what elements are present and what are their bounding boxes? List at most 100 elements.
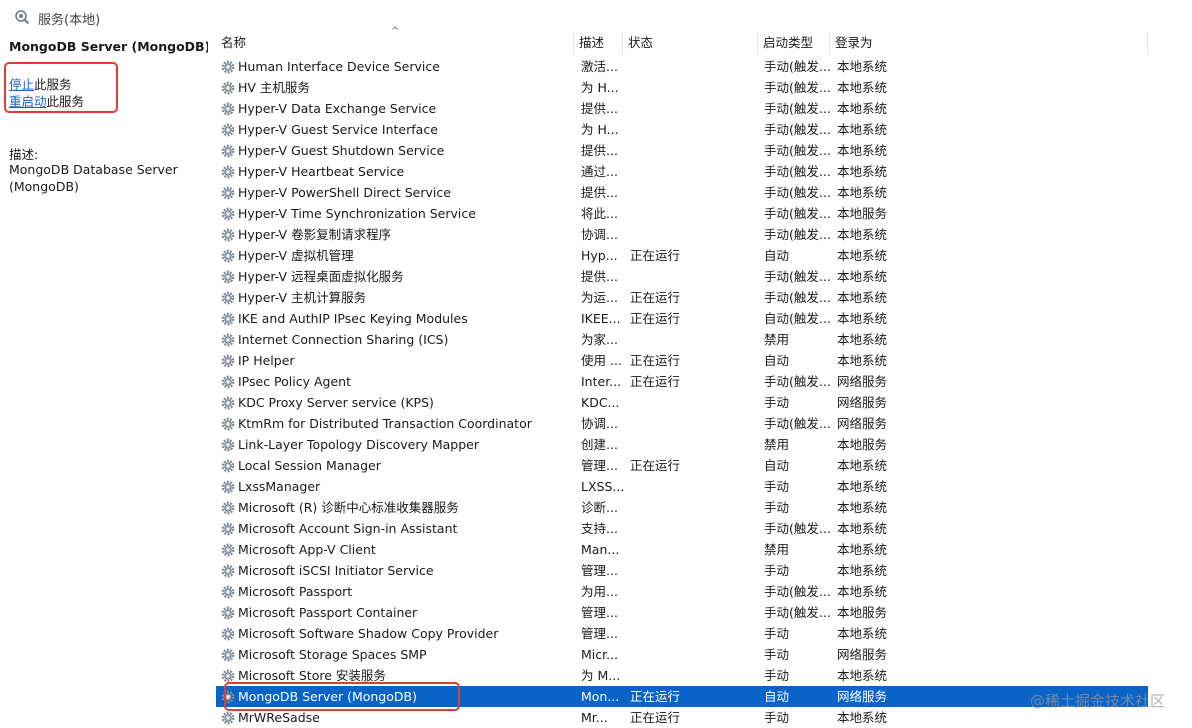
service-description: Hyp... (581, 248, 618, 263)
service-row[interactable]: Microsoft App-V Client Man... 禁用 本地系统 (208, 539, 1192, 560)
service-startup-type: 自动(触发... (764, 311, 831, 326)
service-gear-icon (220, 374, 236, 390)
service-gear-icon (220, 269, 236, 285)
column-header-name[interactable]: 名称 (216, 32, 574, 54)
service-startup-type: 手动(触发... (764, 521, 831, 536)
service-startup-type: 手动(触发... (764, 164, 831, 179)
column-header-startup-type[interactable]: 启动类型 (758, 32, 830, 54)
service-row[interactable]: LxssManager LXSS... 手动 本地系统 (208, 476, 1192, 497)
service-row[interactable]: IP Helper 使用 ... 正在运行 自动 本地系统 (208, 350, 1192, 371)
window-title: 服务(本地) (38, 13, 101, 28)
service-row[interactable]: KDC Proxy Server service (KPS) KDC... 手动 网络… (208, 392, 1192, 413)
service-logon-as: 本地系统 (837, 185, 888, 200)
service-gear-icon (220, 353, 236, 369)
service-row[interactable]: Microsoft Passport Container 管理... 手动(触发..… (208, 602, 1192, 623)
service-name: IPsec Policy Agent (238, 374, 351, 389)
service-startup-type: 手动(触发... (764, 80, 831, 95)
service-startup-type: 手动 (764, 563, 790, 578)
service-row[interactable]: Hyper-V 主机计算服务 为运... 正在运行 手动(触发... 本地系统 (208, 287, 1192, 308)
column-header-description[interactable]: 描述 (574, 32, 623, 54)
service-row[interactable]: IPsec Policy Agent Inter... 正在运行 手动(触发... 网络… (208, 371, 1192, 392)
service-status (630, 434, 760, 455)
service-name: HV 主机服务 (238, 80, 310, 95)
service-name: Microsoft Passport Container (238, 605, 418, 620)
service-description: 管理... (581, 458, 618, 473)
service-name: Hyper-V Guest Service Interface (238, 122, 438, 137)
selected-service-title: MongoDB Server (MongoDB) (9, 39, 211, 54)
service-row[interactable]: HV 主机服务 为 H... 手动(触发... 本地系统 (208, 77, 1192, 98)
service-status: 正在运行 (630, 311, 681, 326)
watermark: @稀土掘金技术社区 (1030, 692, 1166, 710)
service-startup-type: 自动 (764, 353, 790, 368)
service-logon-as: 本地服务 (837, 605, 888, 620)
service-logon-as: 本地系统 (837, 353, 888, 368)
stop-service-link[interactable]: 停止 (9, 77, 34, 92)
service-startup-type: 手动 (764, 668, 790, 683)
service-logon-as: 本地系统 (837, 59, 888, 74)
service-row[interactable]: Microsoft Account Sign-in Assistant 支持...… (208, 518, 1192, 539)
service-logon-as: 本地系统 (837, 500, 888, 515)
service-logon-as: 本地系统 (837, 311, 888, 326)
service-startup-type: 手动 (764, 395, 790, 410)
service-startup-type: 自动 (764, 458, 790, 473)
service-logon-as: 网络服务 (837, 647, 888, 662)
service-startup-type: 手动(触发... (764, 101, 831, 116)
service-name: Hyper-V 远程桌面虚拟化服务 (238, 269, 404, 284)
service-status (630, 392, 760, 413)
service-status (630, 140, 760, 161)
service-row[interactable]: Hyper-V Data Exchange Service 提供... 手动(触发.… (208, 98, 1192, 119)
service-row[interactable]: Hyper-V PowerShell Direct Service 提供... 手动… (208, 182, 1192, 203)
service-row[interactable]: Hyper-V Guest Shutdown Service 提供... 手动(触发… (208, 140, 1192, 161)
service-startup-type: 手动 (764, 500, 790, 515)
service-row[interactable]: Hyper-V 卷影复制请求程序 协调... 手动(触发... 本地系统 (208, 224, 1192, 245)
service-status (630, 581, 760, 602)
service-row[interactable]: Internet Connection Sharing (ICS) 为家... 禁用… (208, 329, 1192, 350)
service-name: Hyper-V 卷影复制请求程序 (238, 227, 392, 242)
service-logon-as: 网络服务 (837, 689, 888, 704)
service-gear-icon (220, 332, 236, 348)
service-logon-as: 本地系统 (837, 143, 888, 158)
service-row[interactable]: Microsoft Storage Spaces SMP Micr... 手动 网络服… (208, 644, 1192, 665)
column-header-logon-as[interactable]: 登录为 (830, 32, 1148, 54)
service-row[interactable]: Microsoft (R) 诊断中心标准收集器服务 诊断... 手动 本地系统 (208, 497, 1192, 518)
service-row[interactable]: Link-Layer Topology Discovery Mapper 创建..… (208, 434, 1192, 455)
service-row[interactable]: Hyper-V 虚拟机管理 Hyp... 正在运行 自动 本地系统 (208, 245, 1192, 266)
service-row[interactable]: IKE and AuthIP IPsec Keying Modules IKEE.… (208, 308, 1192, 329)
service-row[interactable]: Hyper-V Guest Service Interface 为 H... 手动(… (208, 119, 1192, 140)
service-row[interactable]: Hyper-V Time Synchronization Service 将此..… (208, 203, 1192, 224)
stop-service-suffix: 此服务 (34, 77, 72, 92)
service-description: 提供... (581, 143, 618, 158)
service-row[interactable]: Hyper-V 远程桌面虚拟化服务 提供... 手动(触发... 本地系统 (208, 266, 1192, 287)
service-name: Microsoft iSCSI Initiator Service (238, 563, 434, 578)
service-status: 正在运行 (630, 710, 681, 725)
service-row[interactable]: Human Interface Device Service 激活... 手动(触发… (208, 56, 1192, 77)
column-header-row: ^ 名称 描述 状态 启动类型 登录为 (208, 26, 1192, 54)
service-status (630, 623, 760, 644)
mongodb-highlight-box (224, 682, 460, 711)
service-status: 正在运行 (630, 290, 681, 305)
service-row[interactable]: Microsoft Passport 为用... 手动(触发... 本地系统 (208, 581, 1192, 602)
service-gear-icon (220, 584, 236, 600)
service-row[interactable]: Microsoft Software Shadow Copy Provider 管… (208, 623, 1192, 644)
service-gear-icon (220, 143, 236, 159)
service-startup-type: 手动(触发... (764, 122, 831, 137)
service-gear-icon (220, 59, 236, 75)
service-row[interactable]: Microsoft iSCSI Initiator Service 管理... 手动… (208, 560, 1192, 581)
service-gear-icon (220, 647, 236, 663)
service-gear-icon (220, 437, 236, 453)
service-row[interactable]: Local Session Manager 管理... 正在运行 自动 本地系统 (208, 455, 1192, 476)
service-name: Microsoft Storage Spaces SMP (238, 647, 427, 662)
restart-service-link[interactable]: 重启动 (9, 94, 47, 109)
service-row[interactable]: KtmRm for Distributed Transaction Coordi… (208, 413, 1192, 434)
service-name: Hyper-V 虚拟机管理 (238, 248, 354, 263)
column-header-status[interactable]: 状态 (623, 32, 758, 54)
service-name: Human Interface Device Service (238, 59, 440, 74)
service-gear-icon (220, 122, 236, 138)
service-status (630, 602, 760, 623)
service-status (630, 98, 760, 119)
service-gear-icon (220, 626, 236, 642)
service-startup-type: 手动(触发... (764, 269, 831, 284)
service-row[interactable]: Hyper-V Heartbeat Service 通过... 手动(触发... 本地… (208, 161, 1192, 182)
service-logon-as: 本地系统 (837, 269, 888, 284)
service-gear-icon (220, 479, 236, 495)
